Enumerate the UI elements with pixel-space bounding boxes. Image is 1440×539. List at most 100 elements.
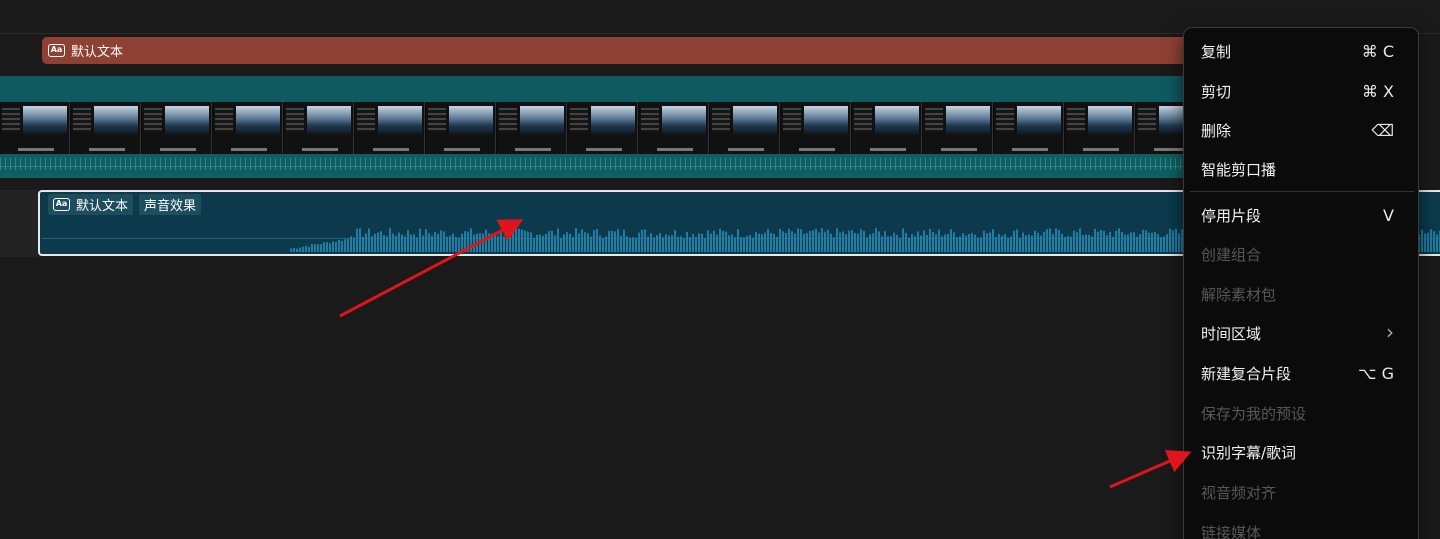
- waveform-bar: [731, 234, 733, 252]
- waveform-bar: [479, 233, 481, 252]
- menu-divider: [1190, 191, 1414, 192]
- waveform-bar: [1007, 237, 1009, 252]
- waveform-bar: [683, 237, 685, 252]
- waveform-bar: [857, 233, 859, 252]
- menu-item-label: 删除: [1201, 121, 1232, 140]
- waveform-bar: [1037, 233, 1039, 252]
- menu-item-label: 停用片段: [1201, 206, 1262, 225]
- waveform-bar: [623, 229, 625, 252]
- waveform-bar: [752, 237, 754, 252]
- waveform-bar: [338, 239, 340, 252]
- waveform-bar: [659, 233, 661, 252]
- waveform-bar: [782, 231, 784, 252]
- waveform-bar: [551, 230, 553, 252]
- shortcut-cut: ⌘ X: [1361, 82, 1394, 101]
- menu-item-delete[interactable]: 删除 ⌫: [1184, 110, 1418, 150]
- menu-item-recognize-subtitles[interactable]: 识别字幕/歌词: [1184, 432, 1418, 472]
- track-left-area: [0, 190, 38, 257]
- waveform-bar: [314, 244, 316, 252]
- waveform-bar: [383, 235, 385, 252]
- waveform-bar: [1085, 234, 1087, 252]
- menu-item-label: 剪切: [1201, 82, 1232, 101]
- waveform-bar: [1064, 237, 1066, 252]
- waveform-bar: [848, 230, 850, 252]
- sfx-text-label: 默认文本: [76, 199, 129, 214]
- waveform-bar: [500, 230, 502, 252]
- waveform-bar: [1016, 229, 1018, 252]
- waveform-bar: [704, 237, 706, 252]
- waveform-bar: [692, 233, 694, 252]
- waveform-bar: [1430, 229, 1432, 252]
- waveform-bar: [881, 236, 883, 252]
- menu-item-new-compound-clip[interactable]: 新建复合片段 ⌥ G: [1184, 353, 1418, 393]
- waveform-bar: [1046, 229, 1048, 252]
- waveform-bar: [1004, 234, 1006, 252]
- waveform-bar: [590, 236, 592, 252]
- menu-item-disable-clip[interactable]: 停用片段 V: [1184, 195, 1418, 235]
- waveform-bar: [1094, 228, 1096, 252]
- menu-item-time-region[interactable]: 时间区域 ›: [1184, 313, 1418, 353]
- menu-item-cut[interactable]: 剪切 ⌘ X: [1184, 71, 1418, 111]
- waveform-bar: [998, 233, 1000, 252]
- waveform-bar: [737, 229, 739, 252]
- waveform-bar: [449, 235, 451, 252]
- waveform-bar: [626, 236, 628, 252]
- video-clip-thumbnails[interactable]: [0, 102, 1200, 154]
- waveform-bar: [1421, 229, 1423, 252]
- waveform-bar: [923, 230, 925, 252]
- menu-item-copy[interactable]: 复制 ⌘ C: [1184, 31, 1418, 71]
- video-thumbnail-frame: [0, 102, 70, 154]
- waveform-bar: [773, 233, 775, 252]
- waveform-bar: [482, 233, 484, 252]
- waveform-bar: [1040, 235, 1042, 252]
- waveform-bar: [506, 235, 508, 252]
- waveform-bar: [677, 236, 679, 252]
- waveform-bar: [611, 231, 613, 252]
- waveform-bar: [800, 229, 802, 252]
- waveform-bar: [638, 232, 640, 252]
- waveform-bar: [554, 235, 556, 252]
- waveform-bar: [419, 228, 421, 252]
- waveform-bar: [941, 236, 943, 252]
- waveform-bar: [932, 232, 934, 252]
- waveform-bar: [503, 236, 505, 252]
- waveform-bar: [1055, 228, 1057, 252]
- waveform-bar: [1109, 232, 1111, 252]
- shortcut-disable: V: [1383, 206, 1394, 225]
- waveform-bar: [605, 236, 607, 252]
- waveform-bar: [980, 237, 982, 252]
- delete-key-icon: ⌫: [1371, 121, 1394, 140]
- waveform-bar: [1088, 234, 1090, 252]
- waveform-bar: [971, 232, 973, 252]
- waveform-bar: [1034, 230, 1036, 252]
- waveform-bar: [335, 241, 337, 252]
- waveform-bar: [986, 233, 988, 252]
- waveform-bar: [548, 231, 550, 252]
- video-thumbnail-frame: [994, 102, 1064, 154]
- waveform-bar: [569, 233, 571, 252]
- waveform-bar: [1118, 228, 1120, 252]
- waveform-bar: [524, 230, 526, 252]
- waveform-bar: [332, 241, 334, 252]
- waveform-bar: [785, 233, 787, 252]
- waveform-bar: [722, 230, 724, 252]
- waveform-bar: [422, 235, 424, 252]
- menu-item-label: 链接媒体: [1201, 523, 1262, 539]
- waveform-bar: [455, 237, 457, 252]
- waveform-bar: [320, 244, 322, 252]
- waveform-bar: [779, 229, 781, 252]
- waveform-bar: [410, 234, 412, 252]
- waveform-bar: [1148, 232, 1150, 252]
- waveform-bar: [389, 228, 391, 252]
- waveform-bar: [806, 233, 808, 252]
- menu-item-label: 新建复合片段: [1201, 364, 1292, 383]
- waveform-bar: [947, 233, 949, 252]
- waveform-bar: [992, 228, 994, 252]
- waveform-bar: [374, 233, 376, 252]
- menu-item-smart-cut[interactable]: 智能剪口播: [1184, 149, 1418, 189]
- waveform-bar: [1019, 237, 1021, 252]
- text-clip[interactable]: Aa 默认文本: [42, 37, 1202, 64]
- text-aa-icon: Aa: [48, 44, 65, 57]
- waveform-bar: [1106, 235, 1108, 252]
- waveform-bar: [584, 232, 586, 252]
